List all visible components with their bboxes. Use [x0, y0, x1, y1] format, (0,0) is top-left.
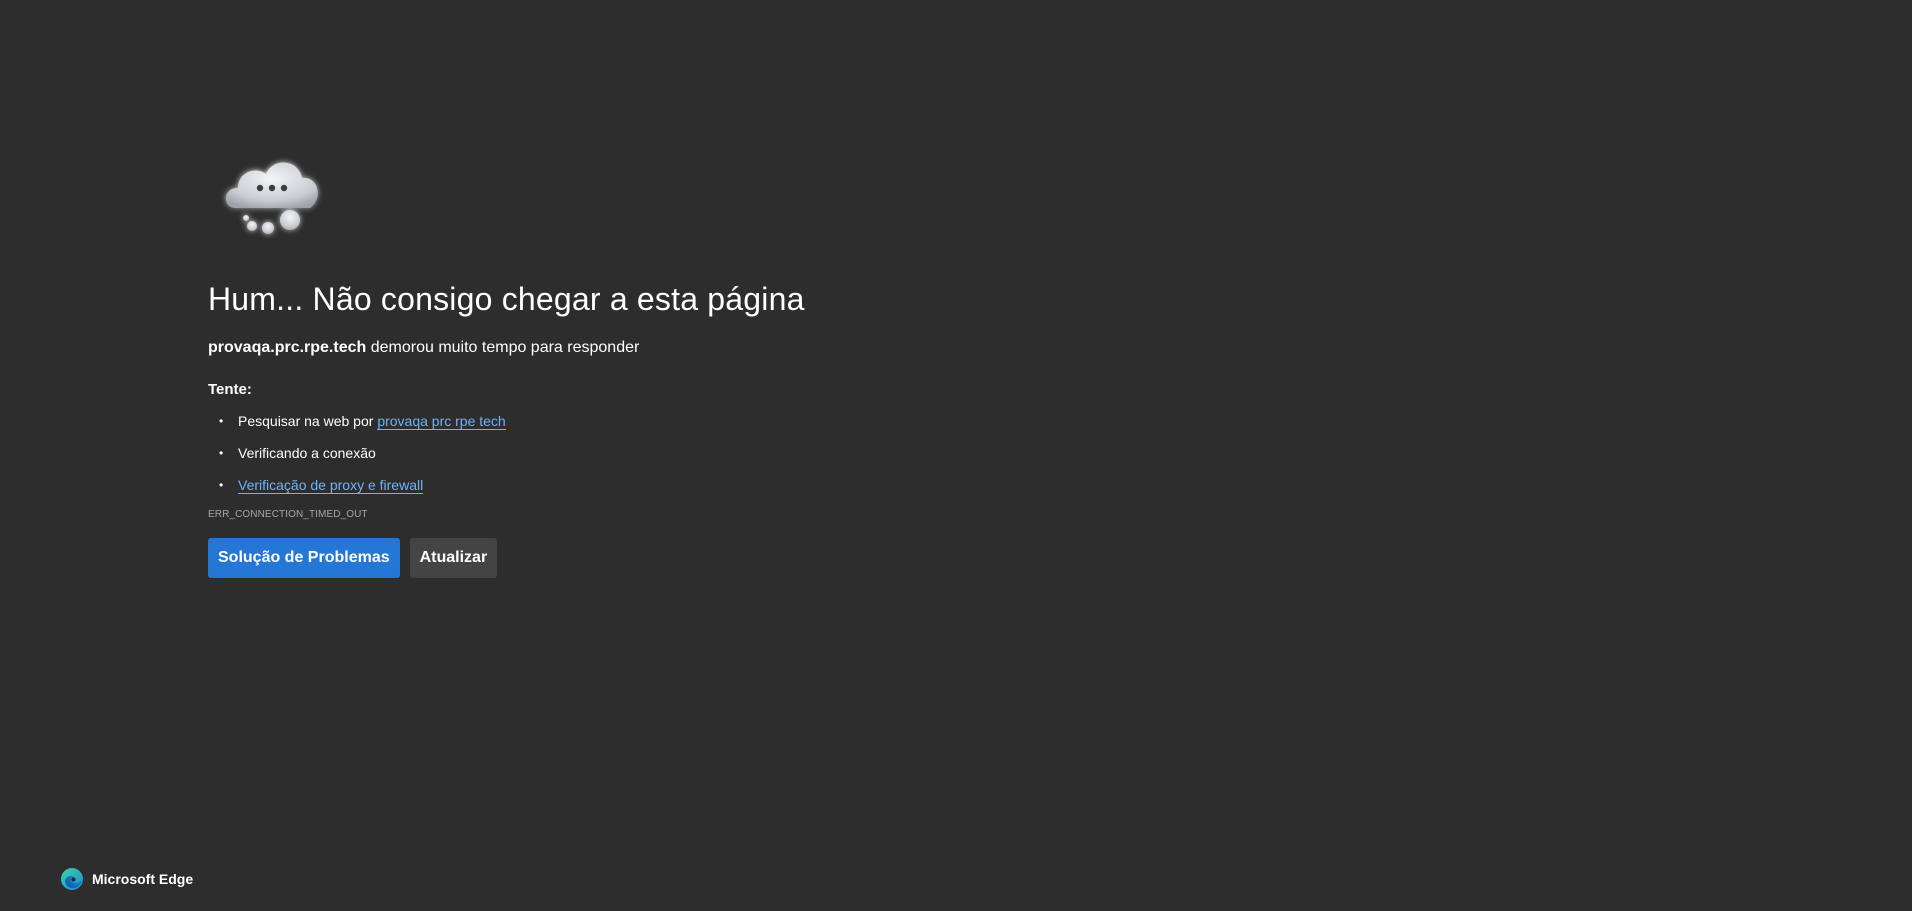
cloud-ellipsis-icon [225, 162, 318, 234]
edge-logo-icon [61, 868, 83, 890]
error-content: Hum... Não consigo chegar a esta página … [208, 148, 1108, 578]
troubleshoot-button[interactable]: Solução de Problemas [208, 538, 400, 578]
search-web-link[interactable]: provaqa prc rpe tech [377, 413, 506, 430]
refresh-button[interactable]: Atualizar [409, 538, 498, 578]
list-item: Pesquisar na web por provaqa prc rpe tec… [208, 411, 1108, 431]
error-message-text: demorou muito tempo para responder [366, 339, 640, 356]
suggestions-list: Pesquisar na web por provaqa prc rpe tec… [208, 411, 1108, 495]
error-code: ERR_CONNECTION_TIMED_OUT [208, 509, 368, 520]
error-message: provaqa.prc.rpe.tech demorou muito tempo… [208, 337, 1108, 359]
error-page: Hum... Não consigo chegar a esta página … [0, 0, 1912, 911]
footer-brand: Microsoft Edge [60, 867, 193, 891]
proxy-firewall-link[interactable]: Verificação de proxy e firewall [238, 477, 424, 494]
brand-name: Microsoft Edge [92, 871, 194, 887]
checking-connection-text: Verificando a conexão [238, 445, 376, 461]
action-buttons: Solução de Problemas Atualizar [208, 538, 1108, 578]
search-suggestion-text: Pesquisar na web por [238, 413, 378, 429]
list-item: Verificando a conexão [208, 443, 1108, 463]
page-title: Hum... Não consigo chegar a esta página [208, 281, 805, 317]
list-item: Verificação de proxy e firewall [208, 475, 1108, 495]
host-name: provaqa.prc.rpe.tech [208, 339, 367, 356]
try-label: Tente: [208, 381, 252, 398]
